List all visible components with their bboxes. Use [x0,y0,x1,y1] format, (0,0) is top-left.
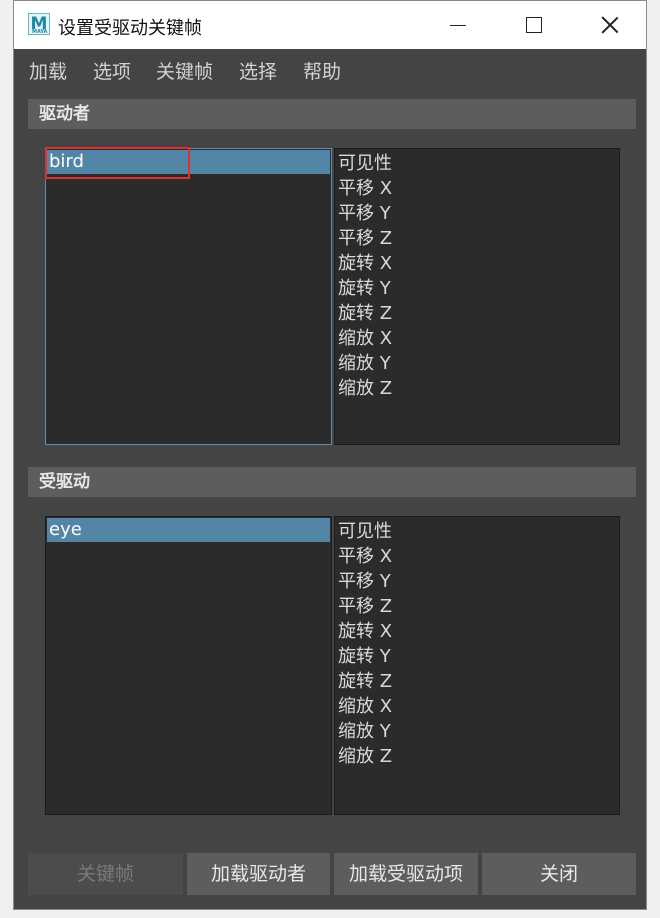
menu-load[interactable]: 加载 [29,57,67,84]
driven-attr-scale-y[interactable]: 缩放 Y [337,719,392,744]
driven-attr-scale-z[interactable]: 缩放 Z [337,744,392,769]
close-window-button[interactable] [572,1,648,49]
maximize-icon [526,17,542,33]
driven-attr-rotate-z[interactable]: 旋转 Z [337,669,392,694]
app-icon-caption: MAYA [32,29,48,35]
set-driven-key-window: M MAYA 设置受驱动关键帧 加载 选项 关键帧 选择 帮助 驱动者 bird… [13,0,647,910]
minimize-button[interactable] [420,1,496,49]
driven-object-list[interactable]: eye [45,516,332,815]
load-driver-button[interactable]: 加载驱动者 [187,853,330,895]
maximize-button[interactable] [496,1,572,49]
driver-attr-scale-z[interactable]: 缩放 Z [337,376,392,401]
driver-attributes: 可见性 平移 X 平移 Y 平移 Z 旋转 X 旋转 Y 旋转 Z 缩放 X 缩… [337,151,392,401]
driven-section-header[interactable]: 受驱动 [28,467,636,497]
menu-options[interactable]: 选项 [93,57,131,84]
driver-attr-rotate-x[interactable]: 旋转 X [337,251,392,276]
driver-object-list[interactable]: bird [45,148,332,445]
driven-attribute-list[interactable]: 可见性 平移 X 平移 Y 平移 Z 旋转 X 旋转 Y 旋转 Z 缩放 X 缩… [334,516,620,815]
driven-attr-rotate-y[interactable]: 旋转 Y [337,644,392,669]
driven-attr-scale-x[interactable]: 缩放 X [337,694,392,719]
driver-attr-translate-x[interactable]: 平移 X [337,176,392,201]
driven-attr-translate-x[interactable]: 平移 X [337,544,392,569]
driven-attributes: 可见性 平移 X 平移 Y 平移 Z 旋转 X 旋转 Y 旋转 Z 缩放 X 缩… [337,519,392,769]
title-bar[interactable]: M MAYA 设置受驱动关键帧 [14,1,646,49]
menu-select[interactable]: 选择 [239,57,277,84]
driven-attr-translate-y[interactable]: 平移 Y [337,569,392,594]
close-icon [601,16,619,34]
driver-object-highlight [45,147,190,179]
menu-bar: 加载 选项 关键帧 选择 帮助 [14,49,646,89]
driven-attr-rotate-x[interactable]: 旋转 X [337,619,392,644]
driver-attr-translate-z[interactable]: 平移 Z [337,226,392,251]
driven-object-row[interactable]: eye [47,518,330,542]
driver-attr-rotate-z[interactable]: 旋转 Z [337,301,392,326]
window-title: 设置受驱动关键帧 [58,18,202,39]
driver-attr-scale-y[interactable]: 缩放 Y [337,351,392,376]
menu-help[interactable]: 帮助 [303,57,341,84]
driven-attr-visibility[interactable]: 可见性 [337,519,392,544]
driver-section-header[interactable]: 驱动者 [28,99,636,129]
load-driven-button[interactable]: 加载受驱动项 [334,853,478,895]
menu-key[interactable]: 关键帧 [156,57,213,84]
key-button[interactable]: 关键帧 [28,853,183,895]
close-button[interactable]: 关闭 [482,853,636,895]
driver-attr-translate-y[interactable]: 平移 Y [337,201,392,226]
driver-attr-rotate-y[interactable]: 旋转 Y [337,276,392,301]
maya-app-icon: M MAYA [28,13,50,35]
driver-attr-visibility[interactable]: 可见性 [337,151,392,176]
driver-attribute-list[interactable]: 可见性 平移 X 平移 Y 平移 Z 旋转 X 旋转 Y 旋转 Z 缩放 X 缩… [334,148,620,445]
driver-attr-scale-x[interactable]: 缩放 X [337,326,392,351]
driven-attr-translate-z[interactable]: 平移 Z [337,594,392,619]
minimize-icon [450,24,466,26]
